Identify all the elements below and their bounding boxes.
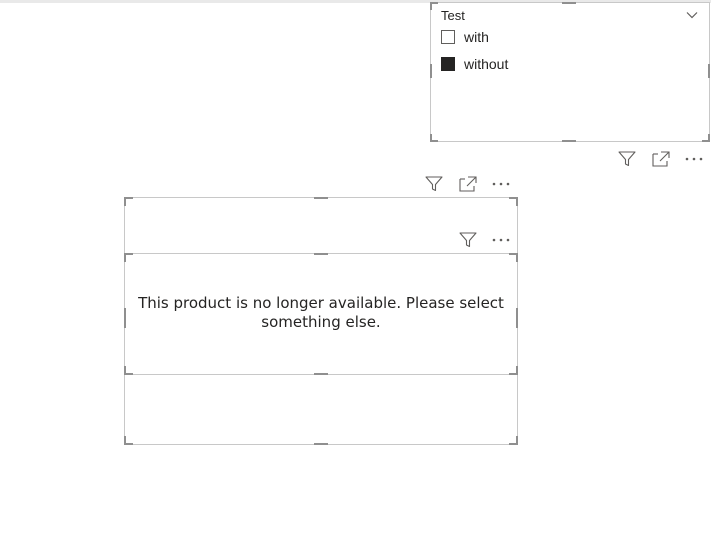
resize-handle[interactable] [516, 366, 518, 375]
resize-handle[interactable] [430, 2, 432, 10]
resize-handle[interactable] [708, 134, 710, 142]
slicer-item-without[interactable]: without [441, 54, 508, 74]
resize-handle[interactable] [124, 197, 126, 206]
resize-handle[interactable] [314, 443, 328, 445]
slicer-item-label: without [464, 56, 509, 72]
slicer-item-with[interactable]: with [441, 27, 489, 47]
resize-handle[interactable] [562, 2, 576, 4]
resize-handle[interactable] [314, 373, 328, 375]
slicer-visual[interactable]: Test with without [430, 2, 710, 142]
focus-mode-icon[interactable] [458, 175, 478, 193]
resize-handle[interactable] [124, 366, 126, 375]
more-options-icon[interactable] [684, 150, 704, 168]
focus-mode-icon[interactable] [651, 150, 671, 168]
slicer-title: Test [441, 8, 465, 23]
filter-icon[interactable] [424, 175, 444, 193]
slicer-item-label: with [464, 29, 489, 45]
resize-handle[interactable] [124, 253, 126, 262]
more-options-icon[interactable] [491, 175, 511, 193]
card-message: This product is no longer available. Ple… [138, 294, 504, 331]
resize-handle[interactable] [562, 140, 576, 142]
checkbox-without[interactable] [441, 57, 455, 71]
resize-handle[interactable] [708, 64, 710, 78]
more-options-icon[interactable] [491, 231, 511, 249]
checkbox-with[interactable] [441, 30, 455, 44]
resize-handle[interactable] [314, 253, 328, 255]
resize-handle[interactable] [314, 197, 328, 199]
resize-handle[interactable] [516, 436, 518, 445]
filter-icon[interactable] [458, 231, 478, 249]
filter-icon[interactable] [617, 150, 637, 168]
resize-handle[interactable] [516, 253, 518, 262]
resize-handle[interactable] [430, 134, 432, 142]
chevron-down-icon[interactable] [685, 8, 699, 22]
resize-handle[interactable] [516, 197, 518, 206]
resize-handle[interactable] [430, 64, 432, 78]
resize-handle[interactable] [124, 436, 126, 445]
